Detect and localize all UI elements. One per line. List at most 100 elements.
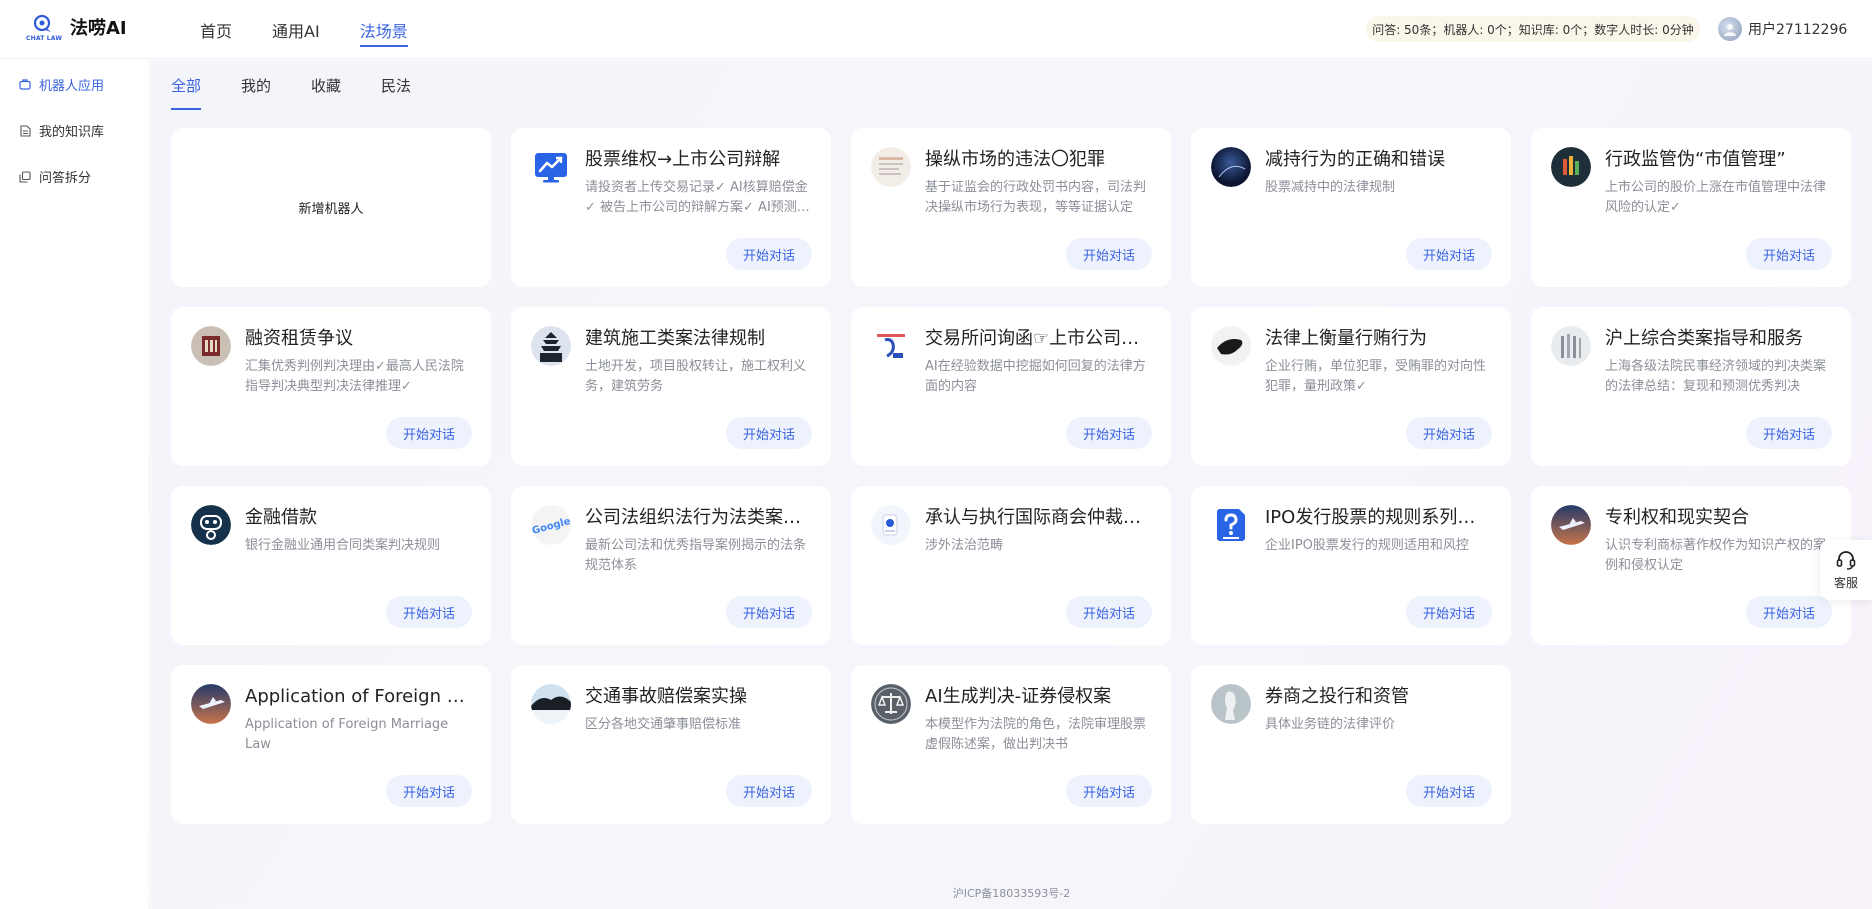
card-title: IPO发行股票的规则系列问答 <box>1265 507 1491 528</box>
tab-favorites[interactable]: 收藏 <box>311 60 341 110</box>
user-name: 用户27112296 <box>1748 22 1848 38</box>
card-description: 银行金融业通用合同类案判决规则 <box>245 538 441 553</box>
customer-service-button[interactable]: 客服 <box>1820 540 1872 600</box>
start-chat-button[interactable]: 开始对话 <box>1406 417 1492 449</box>
landscape-avatar-icon <box>531 684 571 724</box>
start-chat-button[interactable]: 开始对话 <box>1066 238 1152 270</box>
card-description: 企业IPO股票发行的规则适用和风控 <box>1265 538 1469 553</box>
robot-card[interactable]: 法律上衡量行贿行为 企业行贿，单位犯罪，受贿罪的对向性犯罪，量刑政策✓ 开始对话 <box>1191 307 1511 466</box>
robot-card[interactable]: 操纵市场的违法〇犯罪基于证监会的行政处罚书内容，司法判决操纵市场行为表现，等等证… <box>851 128 1171 287</box>
start-chat-button[interactable]: 开始对话 <box>1406 596 1492 628</box>
robot-card[interactable]: IPO发行股票的规则系列问答企业IPO股票发行的规则适用和风控开始对话 <box>1191 486 1511 645</box>
brand[interactable]: CHAT LAW 法唠AI <box>24 14 127 42</box>
sidebar-item-robot-apps[interactable]: 机器人应用 <box>18 75 104 94</box>
card-title: 专利权和现实契合 <box>1605 507 1749 528</box>
card-title: 股票维权→上市公司辩解 <box>585 149 781 170</box>
night-sky-avatar-icon <box>1211 147 1251 187</box>
inquiry-letter-avatar-icon <box>871 326 911 366</box>
document-avatar-icon <box>871 147 911 187</box>
robot-card[interactable]: 股票维权→上市公司辩解 请投资者上传交易记录✓ AI核算赔偿金✓ 被告上市公司的辩… <box>511 128 831 287</box>
sidebar-item-knowledge-base[interactable]: 我的知识库 <box>18 121 104 140</box>
robot-card[interactable]: Application of Foreign Marriage Law Appli… <box>171 665 491 824</box>
court-building-avatar-icon <box>191 326 231 366</box>
stock-chart-icon <box>531 147 571 187</box>
start-chat-button[interactable]: 开始对话 <box>1066 417 1152 449</box>
card-title: 券商之投行和资管 <box>1265 686 1409 707</box>
card-description: 上市公司的股价上涨在市值管理中法律风险的认定✓ <box>1605 180 1827 215</box>
brand-name: 法唠AI <box>70 18 127 39</box>
card-description: 涉外法治范畴 <box>925 538 1004 553</box>
start-chat-button[interactable]: 开始对话 <box>386 417 472 449</box>
start-chat-button[interactable]: 开始对话 <box>726 417 812 449</box>
main-content: 全部 我的 收藏 民法 新增机器人 股票维权→上市公司辩解 请投资者上传交易记录✓… <box>151 60 1872 909</box>
device-avatar-icon <box>871 505 911 545</box>
category-tabs: 全部 我的 收藏 民法 <box>171 60 451 110</box>
robot-card[interactable]: 融资租赁争议 汇集优秀判例判决理由✓最高人民法院指导判决典型判决法律推理✓ 开始对话 <box>171 307 491 466</box>
card-title: Application of Foreign Marriage Law <box>245 686 471 707</box>
robot-card[interactable]: 券商之投行和资管 具体业务链的法律评价 开始对话 <box>1191 665 1511 824</box>
footer-icp[interactable]: 沪ICP备18033593号-2 <box>151 885 1872 901</box>
card-title: 操纵市场的违法〇犯罪 <box>925 149 1105 170</box>
start-chat-button[interactable]: 开始对话 <box>1066 596 1152 628</box>
robot-card[interactable]: 承认与执行国际商会仲裁裁决涉外法治范畴开始对话 <box>851 486 1171 645</box>
start-chat-button[interactable]: 开始对话 <box>386 775 472 807</box>
start-chat-button[interactable]: 开始对话 <box>1066 775 1152 807</box>
jet-avatar-icon <box>191 684 231 724</box>
sidebar-item-label: 我的知识库 <box>39 125 105 140</box>
pillars-avatar-icon <box>1551 326 1591 366</box>
top-header: CHAT LAW 法唠AI 首页 通用AI 法场景 问答: 50条；机器人: 0… <box>0 0 1872 59</box>
robot-card[interactable]: 沪上综合类案指导和服务 上海各级法院民事经济领域的判决类案的法律总结：复现和预测优… <box>1531 307 1851 466</box>
tab-all[interactable]: 全部 <box>171 60 202 110</box>
sidebar-item-label: 机器人应用 <box>39 79 105 94</box>
avatar <box>1718 17 1742 41</box>
robot-card[interactable]: AI生成判决-证券侵权案 本模型作为法院的角色，法院审理股票虚假陈述案，做出判决书… <box>851 665 1171 824</box>
card-description: 土地开发，项目股权转让，施工权利义务，建筑劳务 <box>585 359 807 394</box>
start-chat-button[interactable]: 开始对话 <box>726 238 812 270</box>
start-chat-button[interactable]: 开始对话 <box>1746 238 1832 270</box>
statue-avatar-icon <box>1211 684 1251 724</box>
card-title: 交易所问询函☞上市公司回复 <box>925 328 1151 349</box>
nav-general-ai[interactable]: 通用AI <box>272 0 320 59</box>
copy-icon <box>18 170 32 184</box>
card-description: 股票减持中的法律规制 <box>1265 180 1396 195</box>
robot-card-grid: 新增机器人 股票维权→上市公司辩解 请投资者上传交易记录✓ AI核算赔偿金✓ 被告… <box>171 128 1851 824</box>
start-chat-button[interactable]: 开始对话 <box>1746 596 1832 628</box>
start-chat-button[interactable]: 开始对话 <box>1406 238 1492 270</box>
sidebar-item-qa-split[interactable]: 问答拆分 <box>18 167 91 186</box>
customer-service-label: 客服 <box>1833 576 1858 590</box>
start-chat-button[interactable]: 开始对话 <box>726 596 812 628</box>
question-doc-icon <box>1211 505 1251 545</box>
card-title: 公司法组织法行为法类案规则 <box>585 507 811 528</box>
robot-card[interactable]: 金融借款 银行金融业通用合同类案判决规则 开始对话 <box>171 486 491 645</box>
start-chat-button[interactable]: 开始对话 <box>386 596 472 628</box>
robot-card[interactable]: 交通事故赔偿案实操 区分各地交通肇事赔偿标准 开始对话 <box>511 665 831 824</box>
jet-avatar-icon <box>1551 505 1591 545</box>
market-value-avatar-icon <box>1551 147 1591 187</box>
bank-robot-avatar-icon <box>191 505 231 545</box>
user-icon <box>1724 24 1736 36</box>
user-menu[interactable]: 用户27112296 <box>1718 17 1847 41</box>
robot-card[interactable]: Google 公司法组织法行为法类案规则 最新公司法和优秀指导案例揭示的法条规范体系… <box>511 486 831 645</box>
nav-home[interactable]: 首页 <box>200 0 232 59</box>
card-description: 汇集优秀判例判决理由✓最高人民法院指导判决典型判决法律推理✓ <box>245 359 464 394</box>
card-description: 最新公司法和优秀指导案例揭示的法条规范体系 <box>585 538 807 573</box>
card-title: 行政监管伪“市值管理” <box>1605 149 1786 170</box>
tab-mine[interactable]: 我的 <box>241 60 271 110</box>
robot-card[interactable]: 建筑施工类案法律规制土地开发，项目股权转让，施工权利义务，建筑劳务开始对话 <box>511 307 831 466</box>
robot-card[interactable]: 行政监管伪“市值管理” 上市公司的股价上涨在市值管理中法律风险的认定✓ 开始对话 <box>1531 128 1851 287</box>
top-nav: 首页 通用AI 法场景 <box>200 0 448 59</box>
nav-legal-scenes[interactable]: 法场景 <box>359 0 408 59</box>
card-title: 承认与执行国际商会仲裁裁决 <box>925 507 1151 528</box>
tab-civil-law[interactable]: 民法 <box>381 60 411 110</box>
card-description: 认识专利商标著作权作为知识产权的案例和侵权认定 <box>1605 538 1827 573</box>
card-description: 基于证监会的行政处罚书内容，司法判决操纵市场行为表现，等等证据认定 <box>925 180 1147 215</box>
headset-icon <box>1836 551 1856 570</box>
start-chat-button[interactable]: 开始对话 <box>1406 775 1492 807</box>
robot-card[interactable]: 专利权和现实契合认识专利商标著作权作为知识产权的案例和侵权认定开始对话 <box>1531 486 1851 645</box>
robot-card[interactable]: 减持行为的正确和错误 股票减持中的法律规制 开始对话 <box>1191 128 1511 287</box>
new-robot-card[interactable]: 新增机器人 <box>171 128 491 287</box>
robot-card[interactable]: 交易所问询函☞上市公司回复 AI在经验数据中挖掘如何回复的法律方面的内容 开始对话 <box>851 307 1171 466</box>
start-chat-button[interactable]: 开始对话 <box>726 775 812 807</box>
card-title: 建筑施工类案法律规制 <box>585 328 765 349</box>
start-chat-button[interactable]: 开始对话 <box>1746 417 1832 449</box>
